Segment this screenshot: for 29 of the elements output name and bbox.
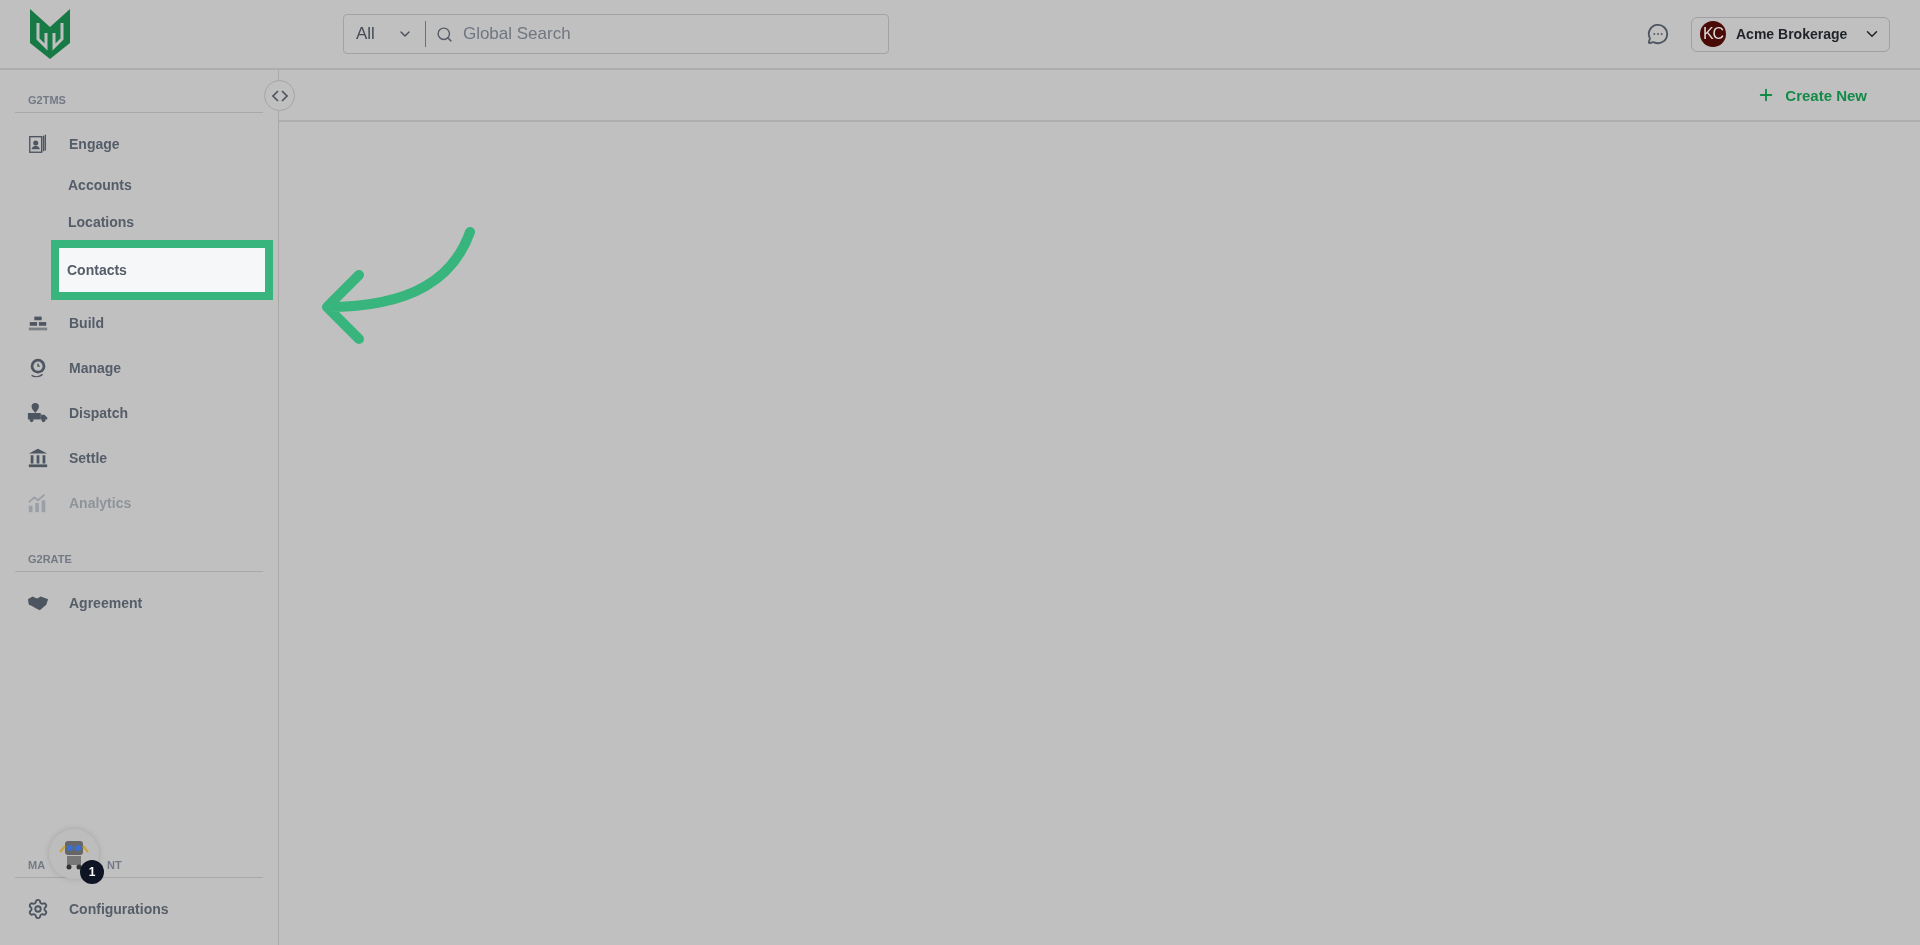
code-chevrons-icon (271, 88, 288, 103)
nav-item[interactable]: Agreement (15, 580, 263, 625)
robot-icon (59, 838, 89, 870)
nav-item[interactable]: Build (15, 300, 263, 345)
chat-icon[interactable] (1647, 23, 1669, 45)
nav-item[interactable]: Dispatch (15, 390, 263, 435)
account-menu[interactable]: KC Acme Brokerage (1691, 16, 1890, 52)
nav-item[interactable]: Engage (15, 121, 263, 166)
section-title: G2TMS (28, 94, 66, 106)
bank-icon (27, 446, 49, 469)
create-new-button[interactable]: Create New (1751, 85, 1873, 105)
avatar: KC (1700, 21, 1726, 47)
notification-badge: 1 (80, 860, 104, 884)
section-title: MA (28, 859, 46, 871)
scope-dropdown[interactable]: All (356, 21, 426, 47)
nav-item[interactable]: Configurations (15, 886, 263, 931)
nav-subitem[interactable]: Locations (15, 203, 263, 240)
settings-icon (27, 897, 49, 920)
nav-item[interactable]: Manage (15, 345, 263, 390)
contact-card-icon (27, 132, 49, 155)
section-title: NT (107, 859, 122, 871)
logo (30, 9, 70, 59)
search-icon (435, 25, 453, 43)
nav-item[interactable]: Settle (15, 435, 263, 480)
nav-subitem[interactable]: Accounts (15, 166, 263, 203)
truck-pin-icon (27, 401, 49, 424)
collapse-toggle[interactable] (264, 80, 295, 111)
search-field[interactable]: All Global Search (343, 14, 889, 54)
section-title: G2RATE (28, 553, 72, 565)
